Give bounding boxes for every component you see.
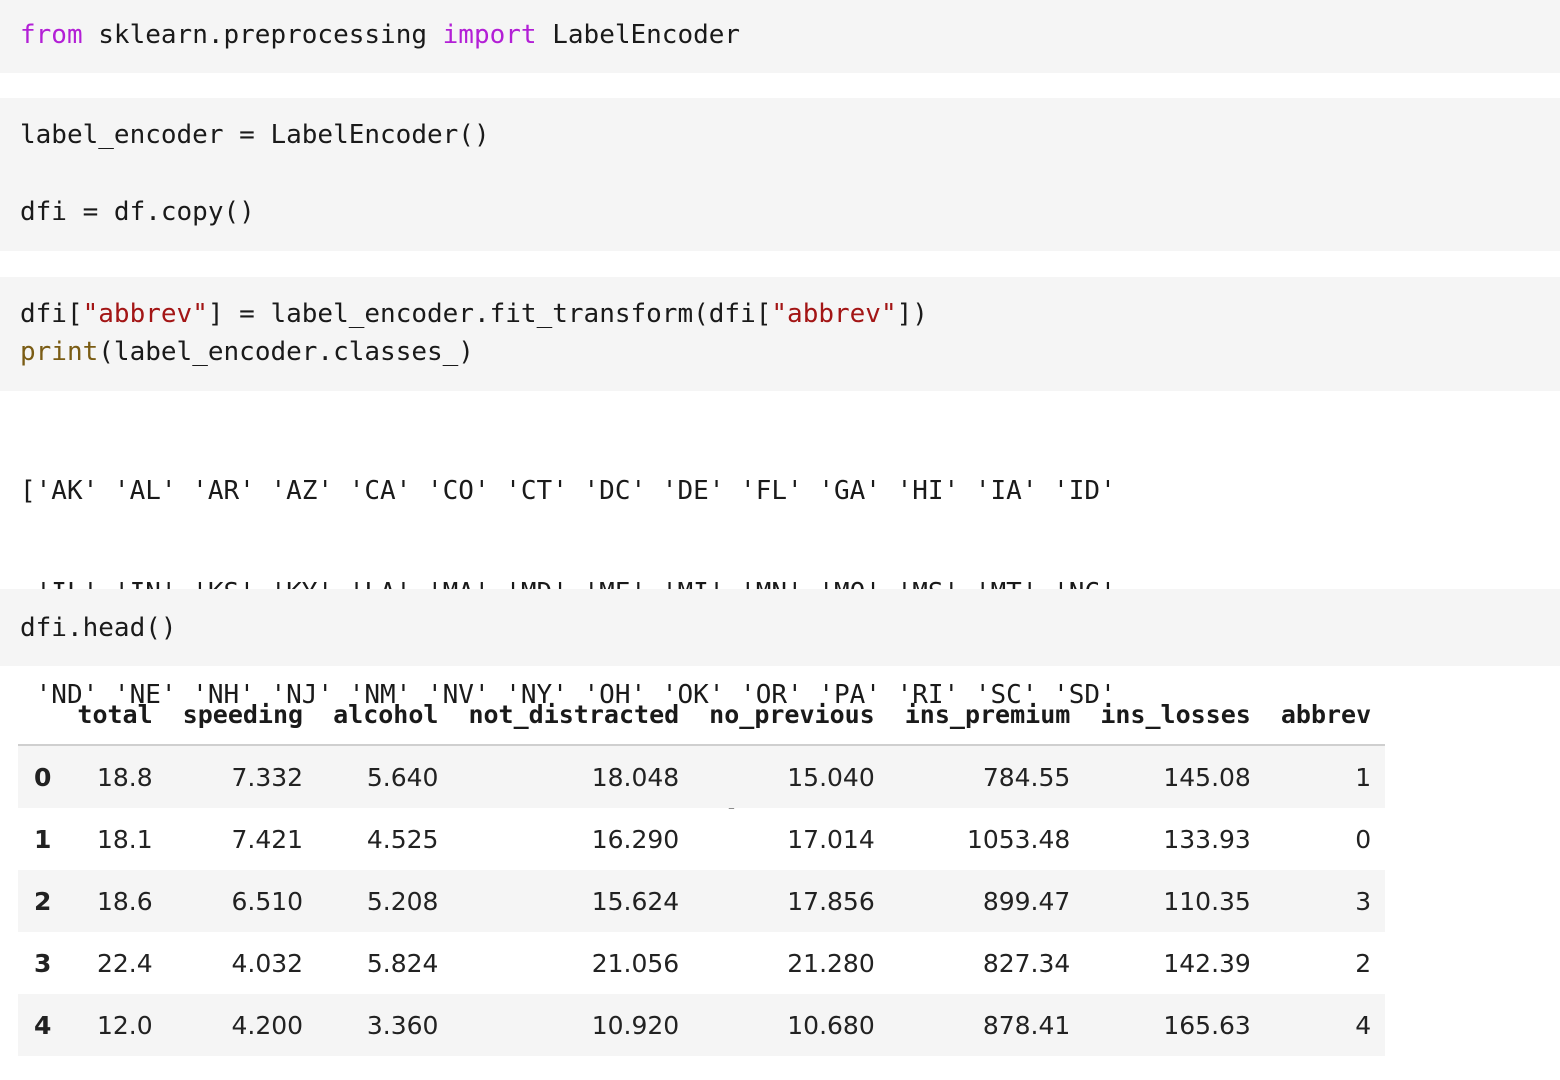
row-index: 2 (18, 870, 62, 932)
table-cell: 784.55 (888, 745, 1085, 808)
column-header: ins_premium (888, 684, 1085, 746)
table-cell: 2 (1355, 948, 1372, 978)
string-literal: "abbrev" (82, 299, 208, 329)
column-header: total (61, 684, 167, 746)
row-index: 3 (34, 948, 52, 978)
table-cell: 899.47 (888, 870, 1085, 932)
column-header: alcohol (317, 684, 453, 746)
table-cell: 5.640 (317, 745, 453, 808)
output-line: ['AK' 'AL' 'AR' 'AZ' 'CA' 'CO' 'CT' 'DC'… (20, 476, 1116, 506)
builtin-print: print (20, 337, 99, 367)
table-cell: 10.920 (452, 994, 694, 1056)
table-cell: 145.08 (1084, 745, 1265, 808)
module-name: sklearn.preprocessing (82, 20, 443, 50)
table-cell: 6.510 (166, 870, 318, 932)
code-token: dfi[ (20, 299, 83, 329)
table-cell: 165.63 (1084, 994, 1265, 1056)
table-cell: 12.0 (61, 994, 167, 1056)
table-cell: 0 (1355, 824, 1372, 854)
table-cell: 17.856 (693, 870, 889, 932)
column-header: ins_losses (1084, 684, 1265, 746)
table-row: 4 12.0 4.200 3.360 10.920 10.680 878.41 … (18, 994, 1386, 1056)
table-cell: 4.200 (166, 994, 318, 1056)
code-line: dfi = df.copy() (20, 197, 255, 227)
table-cell: 1 (1264, 745, 1386, 808)
table-cell: 827.34 (982, 948, 1071, 978)
table-cell: 16.290 (591, 824, 680, 854)
table-cell: 110.35 (1084, 870, 1265, 932)
table-cell: 18.048 (452, 745, 694, 808)
code-token: (label_encoder.classes_) (98, 337, 474, 367)
table-row: 1 18.1 7.421 4.525 16.290 17.014 1053.48… (18, 808, 1385, 870)
table-cell: 18.1 (97, 824, 153, 854)
table-cell: 7.421 (231, 824, 304, 854)
row-index: 4 (18, 994, 62, 1056)
table-row: 2 18.6 6.510 5.208 15.624 17.856 899.47 … (18, 870, 1386, 932)
dataframe-table: total speeding alcohol not_distracted no… (18, 684, 1386, 1056)
table-cell: 17.014 (787, 824, 875, 854)
code-cell-setup[interactable]: label_encoder = LabelEncoder() dfi = df.… (0, 98, 1560, 251)
table-cell: 1053.48 (966, 824, 1071, 854)
column-header-index (18, 684, 62, 746)
table-cell: 22.4 (97, 948, 153, 978)
table-cell: 5.824 (366, 948, 439, 978)
table-cell: 4.032 (231, 948, 304, 978)
table-cell: 18.8 (61, 745, 167, 808)
code-line: print(label_encoder.classes_) (20, 337, 474, 367)
row-index: 1 (34, 824, 52, 854)
code-cell-import[interactable]: from sklearn.preprocessing import LabelE… (0, 0, 1560, 73)
table-cell: 4 (1264, 994, 1386, 1056)
table-cell: 3 (1264, 870, 1386, 932)
table-cell: 5.208 (317, 870, 453, 932)
column-header: no_previous (693, 684, 889, 746)
table-cell: 10.680 (693, 994, 889, 1056)
code-cell-head[interactable]: dfi.head() (0, 589, 1560, 666)
table-cell: 142.39 (1163, 948, 1251, 978)
table-header-row: total speeding alcohol not_distracted no… (18, 684, 1386, 746)
column-header: not_distracted (452, 684, 694, 746)
code-cell-transform[interactable]: dfi["abbrev"] = label_encoder.fit_transf… (0, 277, 1560, 391)
table-cell: 133.93 (1163, 824, 1251, 854)
code-token: ]) (896, 299, 928, 329)
table-cell: 7.332 (166, 745, 318, 808)
code-token: ] = label_encoder.fit_transform(dfi[ (207, 299, 772, 329)
table-cell: 15.624 (452, 870, 694, 932)
table-cell: 15.040 (693, 745, 889, 808)
column-header: abbrev (1264, 684, 1386, 746)
table-cell: 21.280 (787, 948, 875, 978)
table-cell: 4.525 (366, 824, 439, 854)
table-row: 3 22.4 4.032 5.824 21.056 21.280 827.34 … (18, 932, 1385, 994)
table-cell: 21.056 (591, 948, 680, 978)
column-header: speeding (166, 684, 318, 746)
keyword-import: import (442, 20, 537, 50)
code-line: dfi.head() (20, 613, 177, 643)
code-line: from sklearn.preprocessing import LabelE… (20, 20, 740, 50)
string-literal: "abbrev" (771, 299, 897, 329)
table-cell: 3.360 (317, 994, 453, 1056)
table-cell: 878.41 (888, 994, 1085, 1056)
keyword-from: from (20, 20, 83, 50)
imported-name: LabelEncoder (536, 20, 741, 50)
table-row: 0 18.8 7.332 5.640 18.048 15.040 784.55 … (18, 745, 1386, 808)
code-line: label_encoder = LabelEncoder() (20, 120, 490, 150)
table-cell: 18.6 (61, 870, 167, 932)
row-index: 0 (18, 745, 62, 808)
code-line: dfi["abbrev"] = label_encoder.fit_transf… (20, 299, 928, 329)
